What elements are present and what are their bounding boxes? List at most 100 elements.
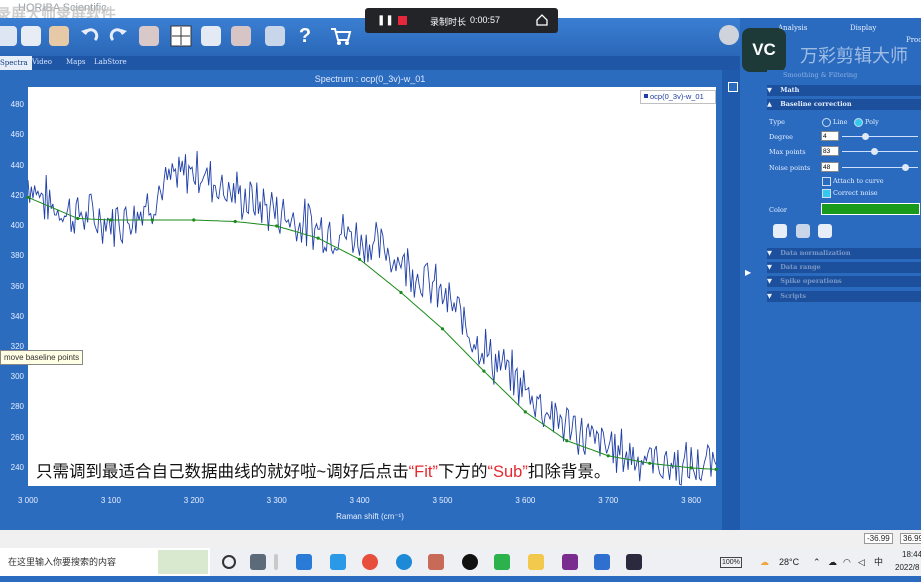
type-label: Type	[769, 118, 786, 126]
status-strip: -36.99 36.99	[0, 530, 921, 548]
baseline-point[interactable]	[440, 327, 445, 331]
baseline-point[interactable]	[523, 410, 527, 414]
radio-poly[interactable]	[854, 118, 863, 127]
task-view-icon[interactable]	[222, 555, 236, 569]
x-tick-label: 3 200	[183, 496, 204, 505]
sub-icon[interactable]	[796, 224, 810, 238]
correct-noise-checkbox[interactable]	[822, 189, 831, 198]
noise-points-label: Noise points	[769, 164, 811, 172]
math-label: Math	[780, 86, 800, 94]
legend-marker-icon	[644, 94, 648, 98]
save-baseline-icon[interactable]	[818, 224, 832, 238]
x-axis-label: Raman shift (cm⁻¹)	[336, 512, 404, 521]
x-tick-label: 3 400	[349, 496, 370, 505]
attach-checkbox[interactable]	[822, 177, 831, 186]
visual-studio-icon[interactable]	[562, 554, 578, 570]
degree-slider[interactable]	[842, 136, 918, 137]
section-spike[interactable]: ▼ Spike operations	[767, 276, 921, 287]
degree-input[interactable]: 4	[821, 131, 839, 141]
section-scripts[interactable]: ▼ Scripts	[767, 291, 921, 302]
baseline-color-swatch[interactable]	[821, 203, 920, 215]
search-illustration-icon	[158, 550, 208, 574]
y-tick-label: 460	[10, 130, 24, 140]
attach-label: Attach to curve	[833, 177, 884, 185]
sidebar-toggle[interactable]	[728, 82, 738, 92]
section-data-range[interactable]: ▼ Data range	[767, 262, 921, 273]
tab-display[interactable]: Display	[850, 24, 876, 32]
subtitle-sub: “Sub”	[487, 463, 528, 481]
weather-icon[interactable]: ☁	[760, 548, 769, 576]
baseline-point[interactable]	[275, 224, 279, 228]
file-explorer-icon[interactable]	[528, 554, 544, 570]
y-tick-label: 240	[10, 462, 24, 472]
video-subtitle: 只需调到最适合自己数据曲线的就好啦~调好后点击“Fit”下方的“Sub”扣除背景…	[36, 458, 610, 482]
spectrum-series-line	[27, 150, 717, 486]
y-tick-label: 260	[10, 432, 24, 442]
baseline-point[interactable]	[689, 466, 693, 470]
y-tick-label: 300	[10, 372, 24, 382]
subtitle-fit: “Fit”	[408, 463, 438, 481]
noise-points-input[interactable]: 48	[821, 162, 839, 172]
y-tick-label: 280	[10, 402, 24, 412]
widgets-icon[interactable]	[250, 554, 266, 570]
app-icon[interactable]	[428, 554, 444, 570]
section-smoothing[interactable]: Smoothing & Filtering	[767, 70, 921, 81]
y-tick-label: 340	[10, 311, 24, 321]
chrome-icon[interactable]	[362, 554, 378, 570]
max-points-input[interactable]: 83	[821, 146, 839, 156]
section-normalization[interactable]: ▼ Data normalization	[767, 248, 921, 259]
section-math[interactable]: ▼ Math	[767, 85, 921, 96]
baseline-point[interactable]	[109, 218, 113, 222]
baseline-point[interactable]	[714, 467, 718, 471]
vc-editor-icon[interactable]	[626, 554, 642, 570]
weather-temp[interactable]: 28°C	[779, 548, 799, 576]
degree-slider-thumb[interactable]	[862, 133, 869, 140]
edge-icon[interactable]	[396, 554, 412, 570]
baseline-point[interactable]	[192, 218, 196, 222]
y-tick-label: 400	[10, 221, 24, 231]
baseline-point[interactable]	[482, 369, 486, 373]
baseline-point[interactable]	[150, 218, 154, 222]
brand-watermark: 万彩剪辑大师	[800, 46, 908, 66]
wifi-icon[interactable]: ◠	[843, 548, 851, 576]
baseline-point[interactable]	[358, 257, 362, 261]
max-points-slider-thumb[interactable]	[871, 148, 878, 155]
smoothing-label: Smoothing & Filtering	[783, 71, 858, 79]
y-tick-label: 360	[10, 281, 24, 291]
labspec-icon[interactable]	[594, 554, 610, 570]
tray-chevron-icon[interactable]: ⌃	[813, 548, 821, 576]
tab-processing[interactable]: Processing	[906, 36, 921, 44]
photos-icon[interactable]	[296, 554, 312, 570]
baseline-point[interactable]	[565, 439, 569, 443]
baseline-point[interactable]	[648, 461, 652, 465]
y-tick-label: 440	[10, 160, 24, 170]
correct-noise-label: Correct noise	[833, 189, 878, 197]
taskbar-date: 2022/8	[895, 563, 920, 572]
baseline-point[interactable]	[233, 219, 237, 224]
baseline-point[interactable]	[26, 195, 30, 199]
max-points-slider[interactable]	[842, 151, 918, 152]
qq-browser-icon[interactable]	[330, 554, 346, 570]
ime-icon[interactable]: 中	[874, 548, 883, 576]
baseline-label: Baseline correction	[780, 100, 852, 108]
baseline-point[interactable]	[606, 454, 610, 458]
section-baseline[interactable]: ▲ Baseline correction	[767, 99, 921, 110]
x-tick-label: 3 700	[598, 496, 619, 505]
qq-icon[interactable]	[462, 554, 478, 570]
baseline-point[interactable]	[399, 290, 403, 295]
fit-icon[interactable]	[773, 224, 787, 238]
baseline-point[interactable]	[76, 216, 80, 221]
noise-points-slider-thumb[interactable]	[902, 164, 909, 171]
battery-status: 100%	[720, 557, 742, 568]
max-points-label: Max points	[769, 148, 806, 156]
baseline-point[interactable]	[316, 236, 320, 240]
volume-icon[interactable]: ◁	[858, 548, 865, 576]
wechat-icon[interactable]	[494, 554, 510, 570]
degree-label: Degree	[769, 133, 794, 141]
collapse-arrow-icon[interactable]: ▶	[745, 268, 751, 277]
radio-line[interactable]	[822, 118, 831, 127]
network-icon[interactable]: ☁	[828, 548, 837, 576]
radio-line-label: Line	[833, 118, 848, 126]
data-range-label: Data range	[780, 263, 821, 271]
legend-series-label: ocp(0_3v)-w_01	[650, 92, 704, 101]
